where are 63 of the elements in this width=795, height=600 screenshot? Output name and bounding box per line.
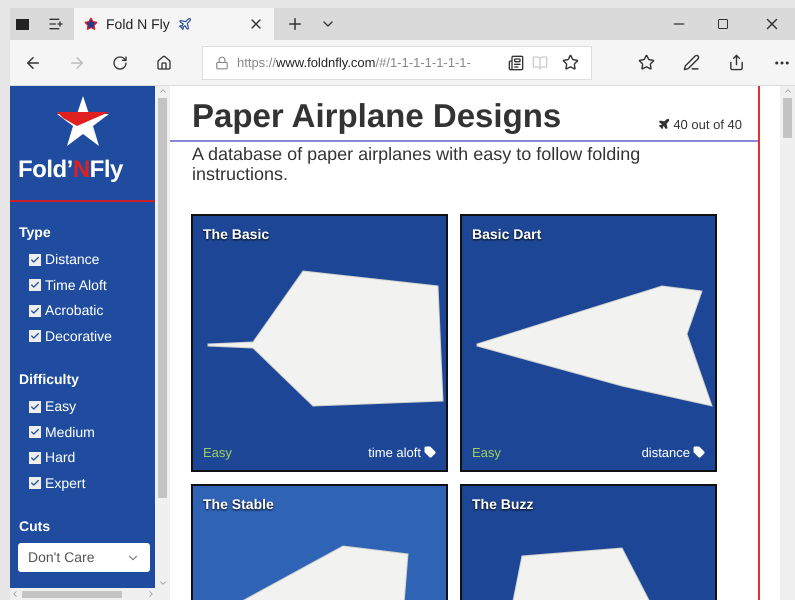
card-title: The Buzz	[472, 495, 534, 514]
airplane-icon	[178, 17, 192, 31]
card-title: The Stable	[203, 495, 274, 514]
favorites-icon[interactable]	[638, 54, 655, 71]
logo-wordmark: Fold’NFly	[18, 155, 124, 185]
address-bar[interactable]: https://www.foldnfly.com/#/1-1-1-1-1-1-1-	[202, 46, 592, 80]
airplane-card[interactable]: The Basic Easy time aloft	[191, 214, 448, 472]
checkbox-label: Acrobatic	[45, 301, 104, 320]
scroll-thumb[interactable]	[158, 98, 167, 498]
checkbox-label: Expert	[45, 474, 86, 493]
url-text: https://www.foldnfly.com/#/1-1-1-1-1-1-1-	[237, 54, 471, 72]
share-icon[interactable]	[728, 54, 745, 71]
difficulty-label: Easy	[472, 444, 501, 462]
airplane-card[interactable]: Basic Dart Easy distance	[460, 214, 717, 472]
tab-title: Fold N Fly	[106, 14, 170, 34]
pen-icon[interactable]	[683, 54, 700, 71]
maximize-icon[interactable]	[717, 18, 729, 30]
filter-heading: Type	[19, 223, 52, 242]
checkbox[interactable]	[29, 426, 41, 438]
checkbox[interactable]	[29, 400, 41, 413]
filter-heading: Difficulty	[19, 370, 80, 389]
favicon-icon	[84, 17, 98, 31]
checkbox[interactable]	[29, 330, 41, 342]
refresh-icon[interactable]	[112, 54, 128, 70]
airplane-card[interactable]: The Stable	[191, 484, 448, 600]
checkbox[interactable]	[29, 477, 41, 490]
new-tab-icon[interactable]	[286, 15, 304, 33]
card-title: The Basic	[203, 225, 270, 244]
lock-icon	[215, 56, 229, 70]
favorite-star-icon[interactable]	[562, 54, 579, 71]
difficulty-label: Easy	[203, 444, 232, 462]
page-title: Paper Airplane Designs	[192, 96, 562, 136]
scrollbar[interactable]	[155, 86, 170, 588]
reading-list-icon[interactable]	[508, 54, 524, 70]
tag-icon	[693, 446, 705, 458]
airplane-icon	[658, 118, 670, 130]
card-title: Basic Dart	[472, 225, 542, 244]
page-subtitle: A database of paper airplanes with easy to follow folding instructions.	[191, 144, 642, 184]
checkbox-label: Medium	[45, 422, 95, 442]
checkbox[interactable]	[29, 279, 41, 292]
scrollbar[interactable]	[10, 588, 170, 600]
checkbox-label: Time Aloft	[45, 276, 107, 295]
home-icon[interactable]	[156, 54, 172, 70]
checkbox[interactable]	[29, 304, 41, 317]
browser-tab[interactable]: Fold N Fly	[74, 8, 274, 40]
tag-label: distance	[642, 444, 690, 462]
tab-aside-icon[interactable]	[48, 16, 64, 32]
checkbox[interactable]	[29, 452, 41, 464]
cuts-dropdown[interactable]: Don't Care	[18, 543, 150, 572]
checkbox-label: Distance	[45, 250, 100, 270]
filter-heading: Cuts	[19, 517, 52, 536]
checkbox-label: Easy	[45, 397, 76, 416]
tag-label: time aloft	[368, 444, 421, 462]
checkbox-label: Decorative	[45, 326, 112, 346]
tag-icon	[424, 446, 436, 458]
checkbox-label: Hard	[45, 448, 76, 468]
design-count: 40 out of 40	[673, 116, 742, 134]
checkbox[interactable]	[29, 254, 41, 266]
scroll-thumb[interactable]	[783, 98, 792, 138]
star-logo-icon	[56, 96, 108, 146]
scrollbar[interactable]	[780, 86, 795, 600]
airplane-card[interactable]: The Buzz	[460, 484, 717, 600]
scroll-thumb[interactable]	[22, 590, 122, 598]
